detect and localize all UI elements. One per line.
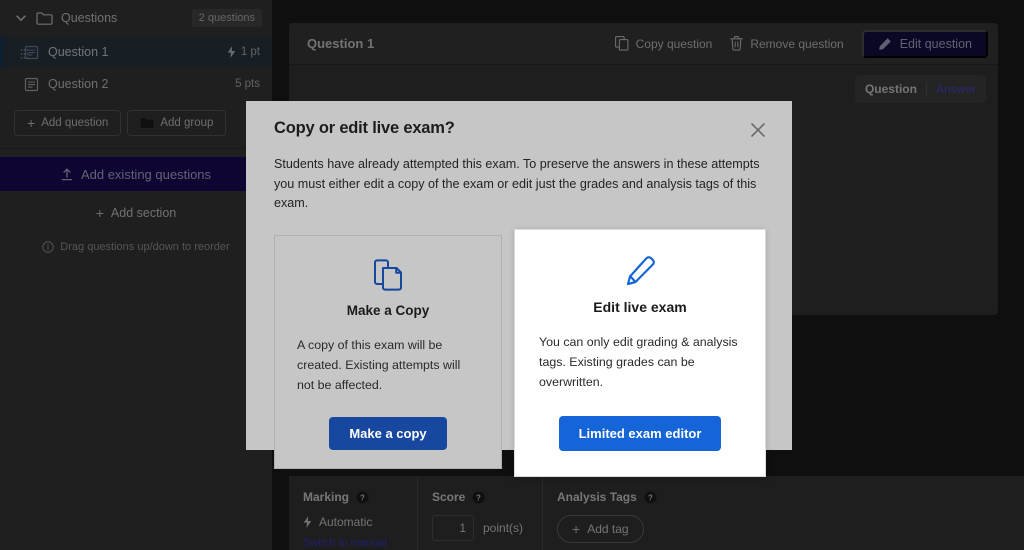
edit-live-exam-text: You can only edit grading & analysis tag… <box>539 334 738 389</box>
screen-root: Questions 2 questions Question 1 1 pt Qu… <box>0 0 1024 550</box>
copy-or-edit-live-exam-dialog: Copy or edit live exam? Students have al… <box>246 101 792 477</box>
dialog-header: Copy or edit live exam? <box>274 119 770 142</box>
edit-live-exam-card[interactable]: Edit live exam You can only edit grading… <box>514 228 766 477</box>
make-a-copy-title: Make a Copy <box>346 302 430 318</box>
make-a-copy-button[interactable]: Make a copy <box>329 416 447 450</box>
make-a-copy-text: A copy of this exam will be created. Exi… <box>297 337 461 392</box>
edit-live-exam-title: Edit live exam <box>593 298 687 315</box>
pencil-icon <box>539 252 741 290</box>
limited-exam-editor-button[interactable]: Limited exam editor <box>558 415 722 451</box>
close-icon[interactable] <box>746 118 770 142</box>
make-a-copy-card[interactable]: Make a Copy A copy of this exam will be … <box>274 234 502 469</box>
dialog-options: Make a Copy A copy of this exam will be … <box>274 228 770 477</box>
copy-documents-icon <box>297 256 479 294</box>
dialog-description: Students have already attempted this exa… <box>274 157 760 211</box>
dialog-title: Copy or edit live exam? <box>274 119 455 137</box>
